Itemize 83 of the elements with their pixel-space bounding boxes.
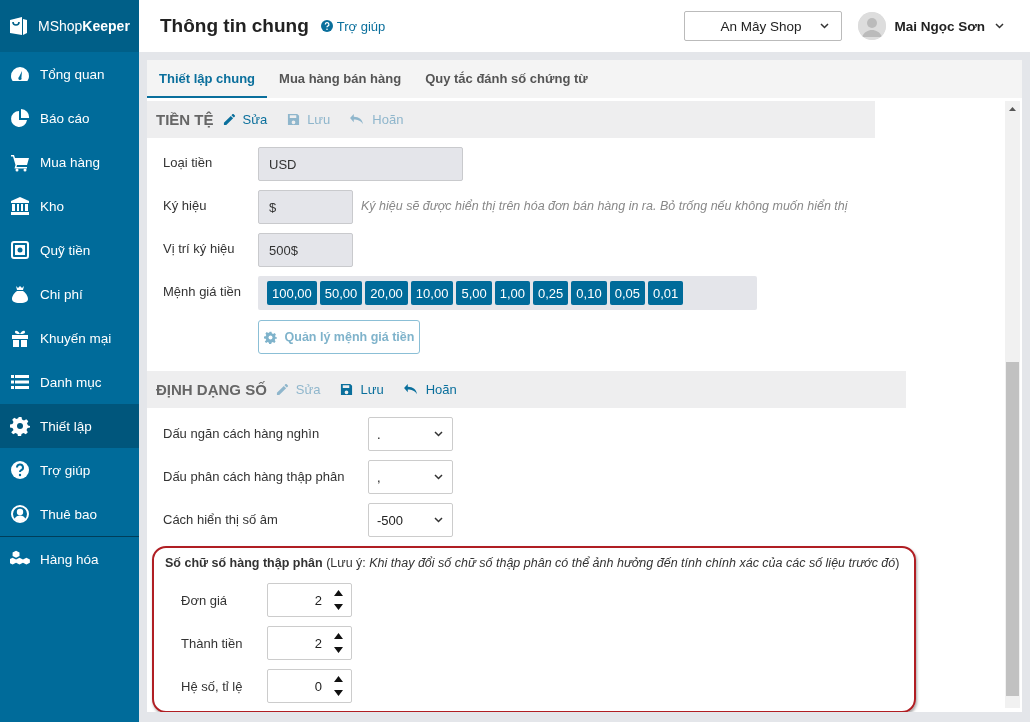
dropdown[interactable]: -500 xyxy=(368,503,453,537)
pencil-icon xyxy=(275,383,289,396)
denomination-tag[interactable]: 50,00 xyxy=(319,281,363,305)
denomination-tag[interactable]: 10,00 xyxy=(410,281,454,305)
bank-building-icon xyxy=(10,196,30,216)
caret-icon xyxy=(820,23,830,29)
field-label: Đơn giá xyxy=(181,592,229,608)
spinner-arrows-icon[interactable] xyxy=(334,632,343,654)
edit-button[interactable]: Sửa xyxy=(222,112,268,127)
text-field[interactable]: $ xyxy=(258,190,353,224)
caret-icon xyxy=(434,474,443,480)
shopping-bag-logo-icon xyxy=(8,16,28,36)
user-circle-icon xyxy=(10,504,30,524)
app-logo-text: MShopKeeper xyxy=(38,18,130,34)
pie-chart-icon xyxy=(10,108,30,128)
caret-icon xyxy=(434,431,443,437)
number-field[interactable]: 0 xyxy=(267,669,352,703)
caret-icon xyxy=(434,517,443,523)
tab[interactable]: Thiết lập chung xyxy=(147,60,268,98)
section-title: TIỀN TỆ xyxy=(156,111,214,128)
scrollbar[interactable] xyxy=(1005,101,1020,708)
field-label: Dấu phân cách hàng thập phân xyxy=(163,468,346,484)
note-text: Số chữ số hàng thập phân (Lưu ý: Khi thay đổi số chữ số thập phân có thể ảnh hưởng đến tính chính xác của các số liệu trước đó) xyxy=(165,556,901,570)
sidebar-item[interactable]: Thuê bao xyxy=(0,492,139,536)
list-icon xyxy=(10,372,30,392)
field-label: Thành tiền xyxy=(181,635,244,651)
denomination-tag[interactable]: 0,10 xyxy=(571,281,607,305)
undo-arrow-icon xyxy=(403,383,419,396)
denomination-tag[interactable]: 0,05 xyxy=(609,281,645,305)
denomination-tag[interactable]: 1,00 xyxy=(494,281,531,305)
save-button[interactable]: Lưu xyxy=(340,382,384,397)
section-title: ĐỊNH DẠNG SỐ xyxy=(156,381,267,398)
help-icon xyxy=(320,20,333,32)
sidebar-item[interactable]: Mua hàng xyxy=(0,140,139,184)
denomination-tag[interactable]: 0,25 xyxy=(533,281,569,305)
cart-icon xyxy=(10,152,30,172)
sidebar-item[interactable]: Quỹ tiền xyxy=(0,228,139,272)
number-field[interactable]: 2 xyxy=(267,583,352,617)
undo-arrow-icon xyxy=(350,113,366,126)
settings-icon xyxy=(10,416,30,436)
field-label: Dấu ngăn cách hàng nghìn xyxy=(163,425,321,441)
undo-button[interactable]: Hoãn xyxy=(403,382,457,397)
safe-icon xyxy=(10,240,30,260)
help-link[interactable]: Trợ giúp xyxy=(320,18,386,34)
field-label: Cách hiển thị số âm xyxy=(163,511,279,527)
field-label: Hệ số, tỉ lệ xyxy=(181,678,244,694)
denomination-tag[interactable]: 20,00 xyxy=(365,281,408,305)
user-name[interactable]: Mai Ngọc Sơn xyxy=(894,18,985,34)
denomination-tag[interactable]: 5,00 xyxy=(456,281,492,305)
dropdown[interactable]: . xyxy=(368,417,453,451)
field-label: Loại tiền xyxy=(163,154,214,170)
denomination-tag[interactable]: 0,01 xyxy=(647,281,684,305)
field-label: Mệnh giá tiền xyxy=(163,283,243,299)
pencil-icon xyxy=(222,113,236,126)
tab[interactable]: Mua hàng bán hàng xyxy=(267,60,414,98)
gift-icon xyxy=(10,328,30,348)
sidebar-item[interactable]: Khuyến mại xyxy=(0,316,139,360)
caret-icon[interactable] xyxy=(995,23,1004,29)
scroll-up-arrow-icon[interactable] xyxy=(1009,107,1016,111)
dropdown[interactable]: , xyxy=(368,460,453,494)
field-label: Vị trí ký hiệu xyxy=(163,240,236,256)
shop-dropdown[interactable]: An Mây Shop xyxy=(684,11,843,41)
sidebar-item[interactable]: Chi phí xyxy=(0,272,139,316)
help-icon xyxy=(10,460,30,480)
sidebar-item[interactable]: Thiết lập xyxy=(0,404,139,448)
sidebar-item[interactable]: Danh mục xyxy=(0,360,139,404)
money-bag-icon xyxy=(10,284,30,304)
field-label: Ký hiệu xyxy=(163,197,208,213)
sidebar-item[interactable]: Kho xyxy=(0,184,139,228)
denomination-tag[interactable]: 100,00 xyxy=(267,281,317,305)
spinner-arrows-icon[interactable] xyxy=(334,675,343,697)
hint-text: Ký hiệu sẽ được hiển thị trên hóa đơn bán hàng in ra. Bỏ trống nếu không muốn hiển thị xyxy=(361,199,848,213)
tab[interactable]: Quy tắc đánh số chứng từ xyxy=(413,60,600,98)
page-title: Thông tin chung xyxy=(160,15,309,37)
spinner-arrows-icon[interactable] xyxy=(334,589,343,611)
sidebar-item[interactable]: Báo cáo xyxy=(0,96,139,140)
text-field[interactable]: USD xyxy=(258,147,463,181)
sidebar-item[interactable]: Tổng quan xyxy=(0,52,139,96)
dashboard-gauge-icon xyxy=(10,64,30,84)
settings-icon xyxy=(263,330,277,344)
text-field[interactable]: 500$ xyxy=(258,233,353,267)
number-field[interactable]: 2 xyxy=(267,626,352,660)
sidebar-item[interactable]: Trợ giúp xyxy=(0,448,139,492)
